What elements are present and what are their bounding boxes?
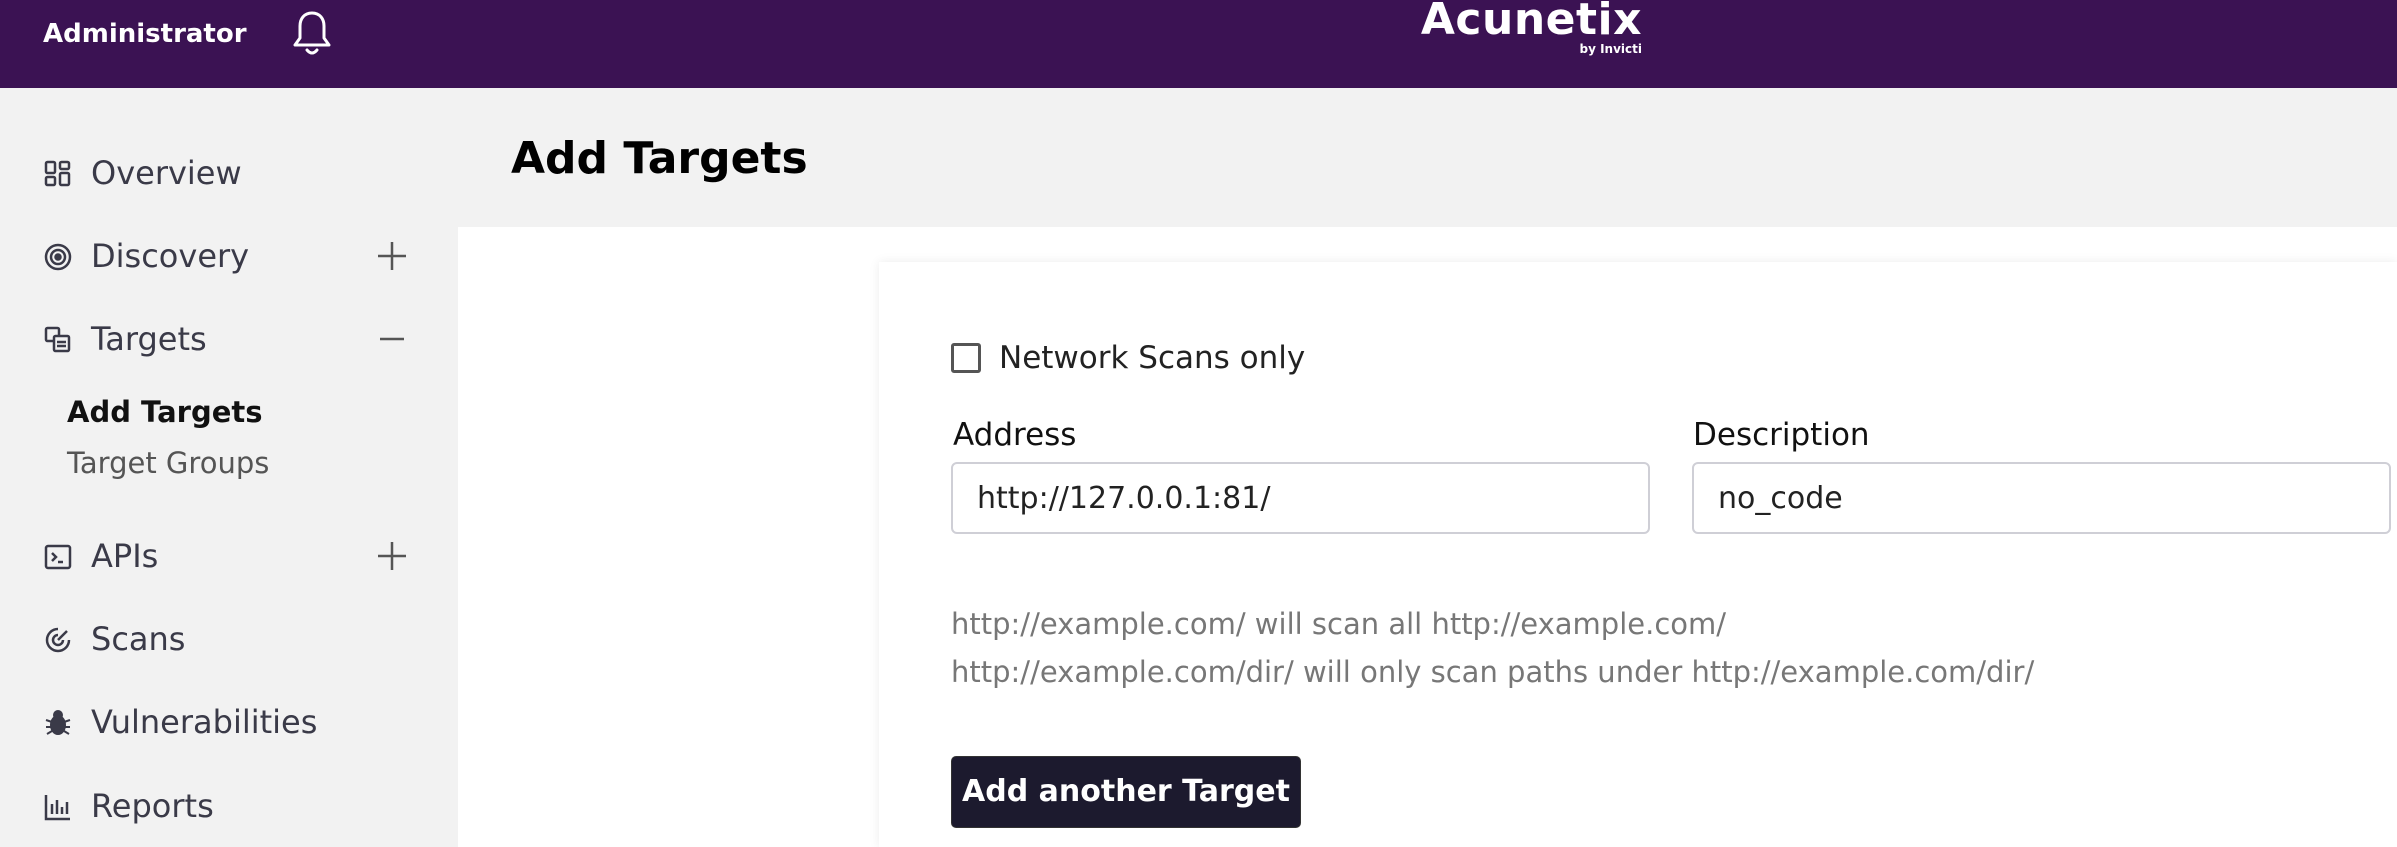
sidebar-item-vulnerabilities[interactable]: Vulnerabilities [0,690,458,750]
targets-stack-icon [43,325,73,355]
network-scans-checkbox[interactable] [951,343,981,373]
plus-icon[interactable] [374,238,410,274]
target-circle-icon [43,242,73,272]
address-hint-line: http://example.com/dir/ will only scan p… [951,655,2035,689]
add-another-target-button[interactable]: Add another Target [951,756,1301,828]
terminal-icon [43,542,73,572]
dashboard-grid-icon [43,159,73,189]
description-label: Description [1693,417,1870,453]
sidebar-item-scans[interactable]: Scans [0,607,458,667]
sidebar-item-targets[interactable]: Targets [0,307,458,367]
sidebar: Overview Discovery Targets Add Targets T… [0,88,458,847]
plus-icon[interactable] [374,538,410,574]
page-header: Add Targets [458,88,2397,227]
brand-logo[interactable]: Acunetix by Invicti [1421,0,1650,60]
address-label: Address [953,417,1077,453]
sidebar-item-apis[interactable]: APIs [0,524,458,584]
page-title: Add Targets [511,133,808,184]
minus-icon[interactable] [374,321,410,357]
scan-radar-icon [43,625,73,655]
sidebar-item-label: Vulnerabilities [91,703,318,741]
sidebar-item-label: Overview [91,154,242,192]
bug-icon [43,708,73,738]
description-field[interactable] [1692,462,2391,534]
sidebar-item-label: APIs [91,537,159,575]
sidebar-item-reports[interactable]: Reports [0,774,458,834]
user-menu[interactable]: Administrator [43,18,247,50]
top-bar: Administrator Acunetix by Invicti [0,0,2397,88]
sidebar-subitem-target-groups[interactable]: Target Groups [67,444,269,482]
sidebar-item-label: Discovery [91,237,250,275]
bell-icon[interactable] [290,8,334,58]
sidebar-item-label: Targets [91,320,207,358]
address-field[interactable] [951,462,1650,534]
sidebar-item-label: Scans [91,620,186,658]
sidebar-item-discovery[interactable]: Discovery [0,224,458,284]
network-scans-label: Network Scans only [999,340,1306,376]
bar-chart-icon [43,792,73,822]
address-hint-line: http://example.com/ will scan all http:/… [951,607,1727,641]
sidebar-item-overview[interactable]: Overview [0,141,458,201]
sidebar-item-label: Reports [91,787,214,825]
sidebar-subitem-add-targets[interactable]: Add Targets [67,393,263,431]
